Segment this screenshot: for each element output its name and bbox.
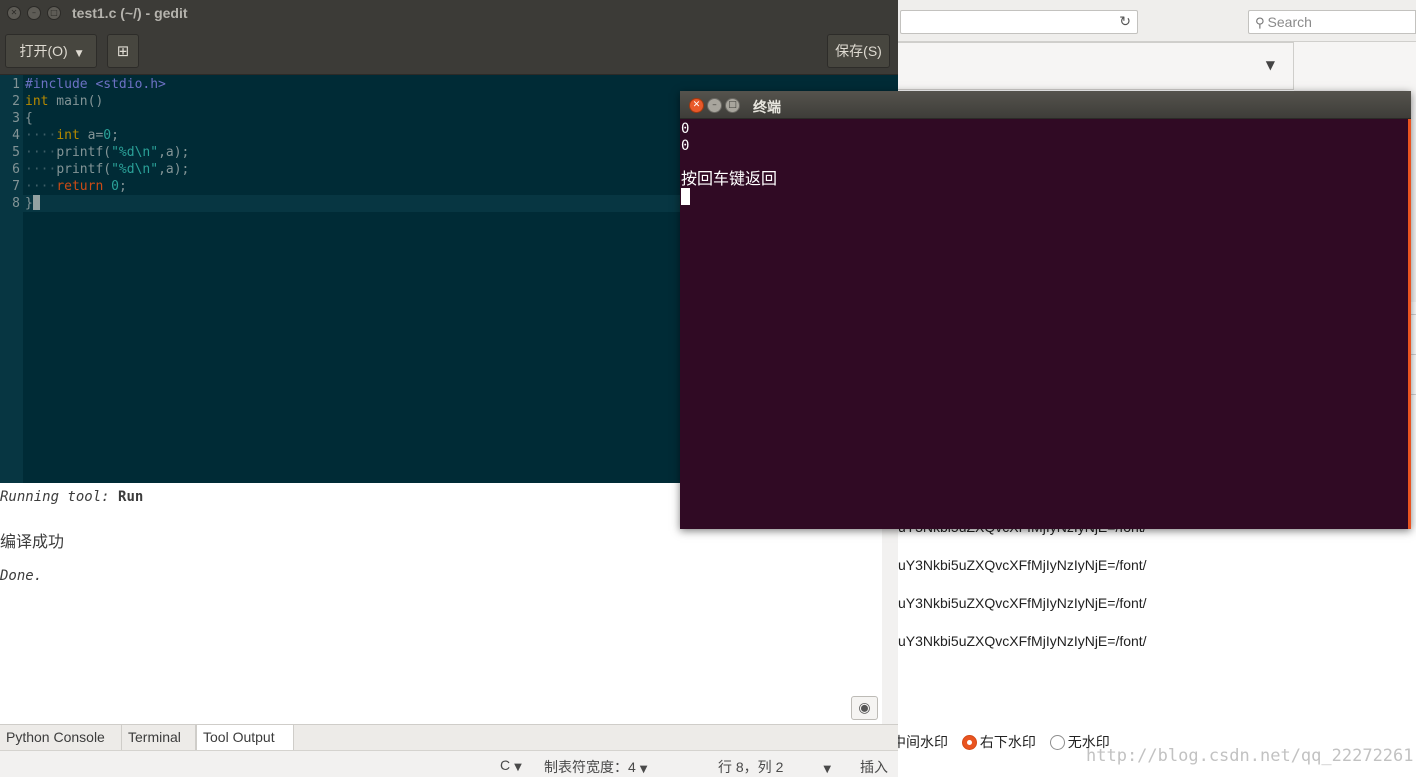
browser-navbar: ↻ ⚲ Search bbox=[898, 0, 1416, 42]
option-label: 右下水印 bbox=[979, 734, 1036, 750]
code-line: int main() bbox=[25, 94, 104, 109]
window-title: test1.c (~/) - gedit bbox=[72, 5, 188, 21]
chevron-down-icon: ▼ bbox=[1265, 58, 1275, 72]
open-button[interactable]: 打开(O) ▼ bbox=[5, 34, 97, 68]
tab-terminal[interactable]: Terminal bbox=[122, 725, 196, 751]
close-icon[interactable]: ✕ bbox=[7, 6, 21, 20]
dropdown-select[interactable]: ▼ bbox=[898, 42, 1294, 90]
close-icon[interactable]: ✕ bbox=[689, 98, 704, 113]
terminal-window[interactable]: ✕ – □ 终端 0 0 按回车键返回 bbox=[680, 91, 1411, 529]
line-number: 1 bbox=[12, 77, 20, 92]
terminal-scrollbar[interactable] bbox=[1408, 119, 1411, 529]
save-button[interactable]: 保存(S) bbox=[827, 34, 890, 68]
minimize-icon[interactable]: – bbox=[27, 6, 41, 20]
result-message: 编译成功 bbox=[0, 534, 65, 551]
line-number: 5 bbox=[12, 145, 20, 160]
chevron-down-icon: ▼ bbox=[75, 49, 83, 59]
terminal-cursor bbox=[681, 188, 690, 205]
tab-tool-output[interactable]: Tool Output bbox=[196, 725, 294, 751]
code-line: ····int a=0; bbox=[25, 128, 119, 143]
line-number: 3 bbox=[12, 111, 20, 126]
done-line: Done. bbox=[0, 568, 43, 584]
line-number-gutter: 1 2 3 4 5 6 7 8 bbox=[0, 75, 23, 483]
line-number: 2 bbox=[12, 94, 20, 109]
new-document-button[interactable]: ⊞ bbox=[107, 34, 139, 68]
csdn-watermark: http://blog.csdn.net/qq_22272261 bbox=[1086, 746, 1414, 766]
url-text-line: uY3Nkbi5uZXQvcXFfMjIyNzIyNjE=/font/ bbox=[898, 557, 1147, 573]
code-line: ····return 0; bbox=[25, 179, 127, 194]
cursor-position[interactable]: 行 8，列 2 ▼ bbox=[718, 757, 831, 777]
text-cursor bbox=[32, 195, 40, 210]
maximize-icon[interactable]: □ bbox=[47, 6, 61, 20]
new-tab-icon: ⊞ bbox=[116, 42, 130, 60]
minimize-icon[interactable]: – bbox=[707, 98, 722, 113]
chevron-down-icon: ▼ bbox=[514, 762, 522, 773]
reload-icon[interactable]: ↻ bbox=[1119, 14, 1131, 30]
tab-python-console[interactable]: Python Console bbox=[0, 725, 122, 751]
line-number: 4 bbox=[12, 128, 20, 143]
terminal-output-line: 0 bbox=[681, 138, 690, 154]
code-line: ····printf("%d\n",a); bbox=[25, 162, 190, 177]
stop-icon: ◉ bbox=[858, 700, 871, 716]
line-number: 6 bbox=[12, 162, 20, 177]
gedit-titlebar: ✕ – □ test1.c (~/) - gedit bbox=[0, 0, 898, 27]
terminal-title: 终端 bbox=[753, 99, 781, 115]
option-label: 中间水印 bbox=[892, 734, 948, 750]
code-line: #include <stdio.h> bbox=[25, 77, 166, 92]
code-line: } bbox=[25, 195, 40, 212]
line-number: 8 bbox=[12, 196, 20, 211]
chevron-down-icon: ▼ bbox=[823, 764, 832, 775]
language-selector[interactable]: C ▼ bbox=[500, 757, 522, 773]
maximize-icon[interactable]: □ bbox=[725, 98, 740, 113]
line-number: 7 bbox=[12, 179, 20, 194]
terminal-titlebar: ✕ – □ 终端 bbox=[680, 91, 1411, 119]
radio-right-bottom[interactable] bbox=[961, 734, 977, 750]
stop-button[interactable]: ◉ bbox=[851, 696, 878, 720]
status-bar: C ▼ 制表符宽度：4 ▼ 行 8，列 2 ▼ 插入 bbox=[0, 750, 898, 777]
search-input[interactable]: ⚲ Search bbox=[1248, 10, 1416, 34]
tab-width-selector[interactable]: 制表符宽度：4 ▼ bbox=[544, 757, 648, 777]
code-line: ····printf("%d\n",a); bbox=[25, 145, 190, 160]
open-label: 打开(O) bbox=[19, 43, 68, 59]
gedit-headerbar: 打开(O) ▼ ⊞ 保存(S) bbox=[0, 27, 898, 75]
terminal-output-line: 0 bbox=[681, 121, 690, 137]
terminal-output-line: 按回车键返回 bbox=[681, 171, 778, 188]
search-icon: ⚲ bbox=[1255, 16, 1265, 31]
search-placeholder: Search bbox=[1267, 14, 1312, 30]
code-line: { bbox=[25, 111, 33, 126]
watermark-options: 中间水印 右下水印 无水印 bbox=[892, 732, 1110, 754]
url-text-line: uY3Nkbi5uZXQvcXFfMjIyNzIyNjE=/font/ bbox=[898, 633, 1147, 649]
chevron-down-icon: ▼ bbox=[639, 764, 648, 775]
running-tool-line: Running tool: Run bbox=[0, 489, 144, 505]
url-bar[interactable]: ↻ bbox=[900, 10, 1138, 34]
radio-none[interactable] bbox=[1049, 734, 1065, 750]
url-text-line: uY3Nkbi5uZXQvcXFfMjIyNzIyNjE=/font/ bbox=[898, 595, 1147, 611]
bottom-panel-tabs: Python Console Terminal Tool Output bbox=[0, 724, 898, 751]
insert-mode[interactable]: 插入 bbox=[860, 757, 888, 777]
